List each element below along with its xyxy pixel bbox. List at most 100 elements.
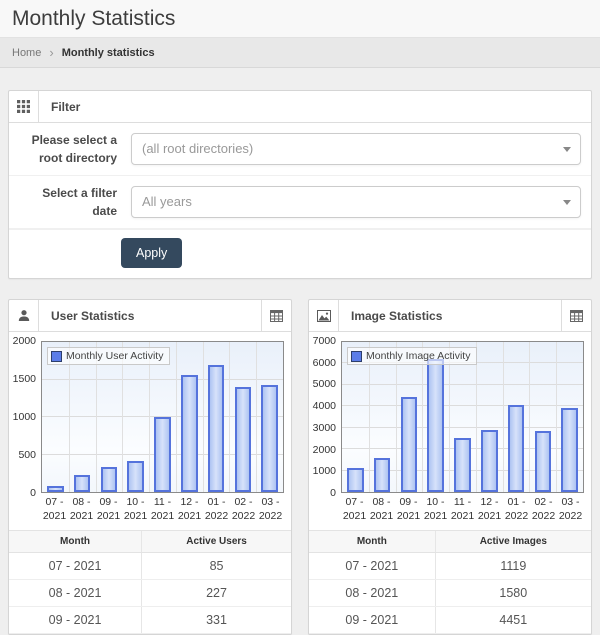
content-area: Filter Please select a root directory (a… xyxy=(0,68,600,635)
h-gridline xyxy=(342,427,583,428)
table-row: 08 - 2021227 xyxy=(9,580,291,607)
table-header-row: MonthActive Images xyxy=(309,531,591,553)
image-table-view-button[interactable] xyxy=(561,300,591,331)
table-icon xyxy=(270,310,283,322)
h-gridline xyxy=(42,379,283,380)
v-gridline xyxy=(229,342,230,492)
y-tick-label: 2000 xyxy=(313,444,336,456)
user-activity-chart: 0500100015002000Monthly User Activity07 … xyxy=(9,332,291,528)
user-table-view-button[interactable] xyxy=(261,300,291,331)
y-tick-label: 5000 xyxy=(313,378,336,390)
bar xyxy=(235,387,252,492)
bar xyxy=(427,359,444,492)
x-tick-label: 08 -2021 xyxy=(368,496,395,523)
filter-date-row: Select a filter date All years xyxy=(9,176,591,229)
h-gridline xyxy=(342,384,583,385)
x-tick-label: 09 -2021 xyxy=(395,496,422,523)
x-tick-label: 11 -2021 xyxy=(149,496,176,523)
image-statistics-panel: Image Statistics 01000200030004000500060… xyxy=(308,299,592,635)
image-icon xyxy=(309,300,339,331)
user-statistics-panel: User Statistics 0500100015002000Monthly … xyxy=(8,299,292,635)
image-statistics-header: Image Statistics xyxy=(309,300,591,332)
legend-label: Monthly User Activity xyxy=(66,350,163,362)
y-tick-label: 0 xyxy=(30,487,36,499)
filter-panel: Filter Please select a root directory (a… xyxy=(8,90,592,279)
user-icon xyxy=(9,300,39,331)
table-cell: 09 - 2021 xyxy=(9,607,142,634)
filter-panel-header: Filter xyxy=(9,91,591,123)
filter-actions: Apply xyxy=(9,229,591,278)
bar xyxy=(374,458,391,492)
table-header-row: MonthActive Users xyxy=(9,531,291,553)
y-tick-label: 6000 xyxy=(313,357,336,369)
x-tick-label: 07 -2021 xyxy=(41,496,68,523)
y-axis: 01000200030004000500060007000 xyxy=(311,341,341,493)
bar xyxy=(208,365,225,492)
y-tick-label: 500 xyxy=(18,449,36,461)
y-tick-label: 7000 xyxy=(313,335,336,347)
table-cell: 08 - 2021 xyxy=(9,580,142,607)
table-cell: 227 xyxy=(142,580,291,607)
user-statistics-table: MonthActive Users07 - 20218508 - 2021227… xyxy=(9,530,291,634)
apply-button[interactable]: Apply xyxy=(121,238,182,268)
table-row: 09 - 2021331 xyxy=(9,607,291,634)
v-gridline xyxy=(529,342,530,492)
column-header: Active Images xyxy=(435,531,591,553)
bar xyxy=(508,405,525,492)
x-tick-label: 11 -2021 xyxy=(449,496,476,523)
table-cell: 1580 xyxy=(435,580,591,607)
breadcrumb-separator-icon: › xyxy=(49,46,53,59)
table-row: 09 - 20214451 xyxy=(309,607,591,634)
x-tick-label: 02 -2022 xyxy=(230,496,257,523)
bar xyxy=(101,467,118,492)
plot-area: Monthly User Activity xyxy=(41,341,284,493)
breadcrumb: Home › Monthly statistics xyxy=(0,37,600,68)
y-tick-label: 2000 xyxy=(13,335,36,347)
bar xyxy=(154,417,171,492)
y-tick-label: 3000 xyxy=(313,422,336,434)
table-cell: 4451 xyxy=(435,607,591,634)
y-tick-label: 1000 xyxy=(13,411,36,423)
x-tick-label: 09 -2021 xyxy=(95,496,122,523)
y-axis: 0500100015002000 xyxy=(11,341,41,493)
bar xyxy=(561,408,578,492)
table-row: 07 - 202185 xyxy=(9,553,291,580)
image-statistics-table: MonthActive Images07 - 2021111908 - 2021… xyxy=(309,530,591,634)
filter-date-select[interactable]: All years xyxy=(131,186,581,218)
statistics-panels: User Statistics 0500100015002000Monthly … xyxy=(8,299,592,635)
y-tick-label: 0 xyxy=(330,487,336,499)
user-statistics-title: User Statistics xyxy=(39,300,261,331)
table-row: 07 - 20211119 xyxy=(309,553,591,580)
image-statistics-title: Image Statistics xyxy=(339,300,561,331)
bar xyxy=(181,375,198,492)
grid-icon xyxy=(17,100,30,113)
plot-area: Monthly Image Activity xyxy=(341,341,584,493)
bar xyxy=(535,431,552,492)
image-activity-chart: 01000200030004000500060007000Monthly Ima… xyxy=(309,332,591,528)
x-tick-label: 01 -2022 xyxy=(503,496,530,523)
x-axis: 07 -202108 -202109 -202110 -202111 -2021… xyxy=(41,496,284,523)
root-directory-select[interactable]: (all root directories) xyxy=(131,133,581,165)
plot-column: Monthly User Activity 07 -202108 -202109 … xyxy=(41,341,284,523)
root-directory-row: Please select a root directory (all root… xyxy=(9,123,591,176)
table-cell: 07 - 2021 xyxy=(309,553,435,580)
bar xyxy=(401,397,418,492)
chart-legend: Monthly User Activity xyxy=(47,347,170,365)
y-tick-label: 4000 xyxy=(313,400,336,412)
filter-date-label: Select a filter date xyxy=(19,184,121,220)
table-row: 08 - 20211580 xyxy=(309,580,591,607)
table-cell: 1119 xyxy=(435,553,591,580)
bar xyxy=(47,486,64,492)
x-tick-label: 12 -2021 xyxy=(476,496,503,523)
breadcrumb-home-link[interactable]: Home xyxy=(12,47,41,59)
filter-date-control: All years xyxy=(131,186,581,218)
table-cell: 07 - 2021 xyxy=(9,553,142,580)
bar xyxy=(127,461,144,493)
bar xyxy=(454,438,471,492)
x-tick-label: 10 -2021 xyxy=(422,496,449,523)
bar xyxy=(74,475,91,492)
h-gridline xyxy=(342,405,583,406)
bar xyxy=(261,385,278,492)
x-tick-label: 07 -2021 xyxy=(341,496,368,523)
table-cell: 08 - 2021 xyxy=(309,580,435,607)
